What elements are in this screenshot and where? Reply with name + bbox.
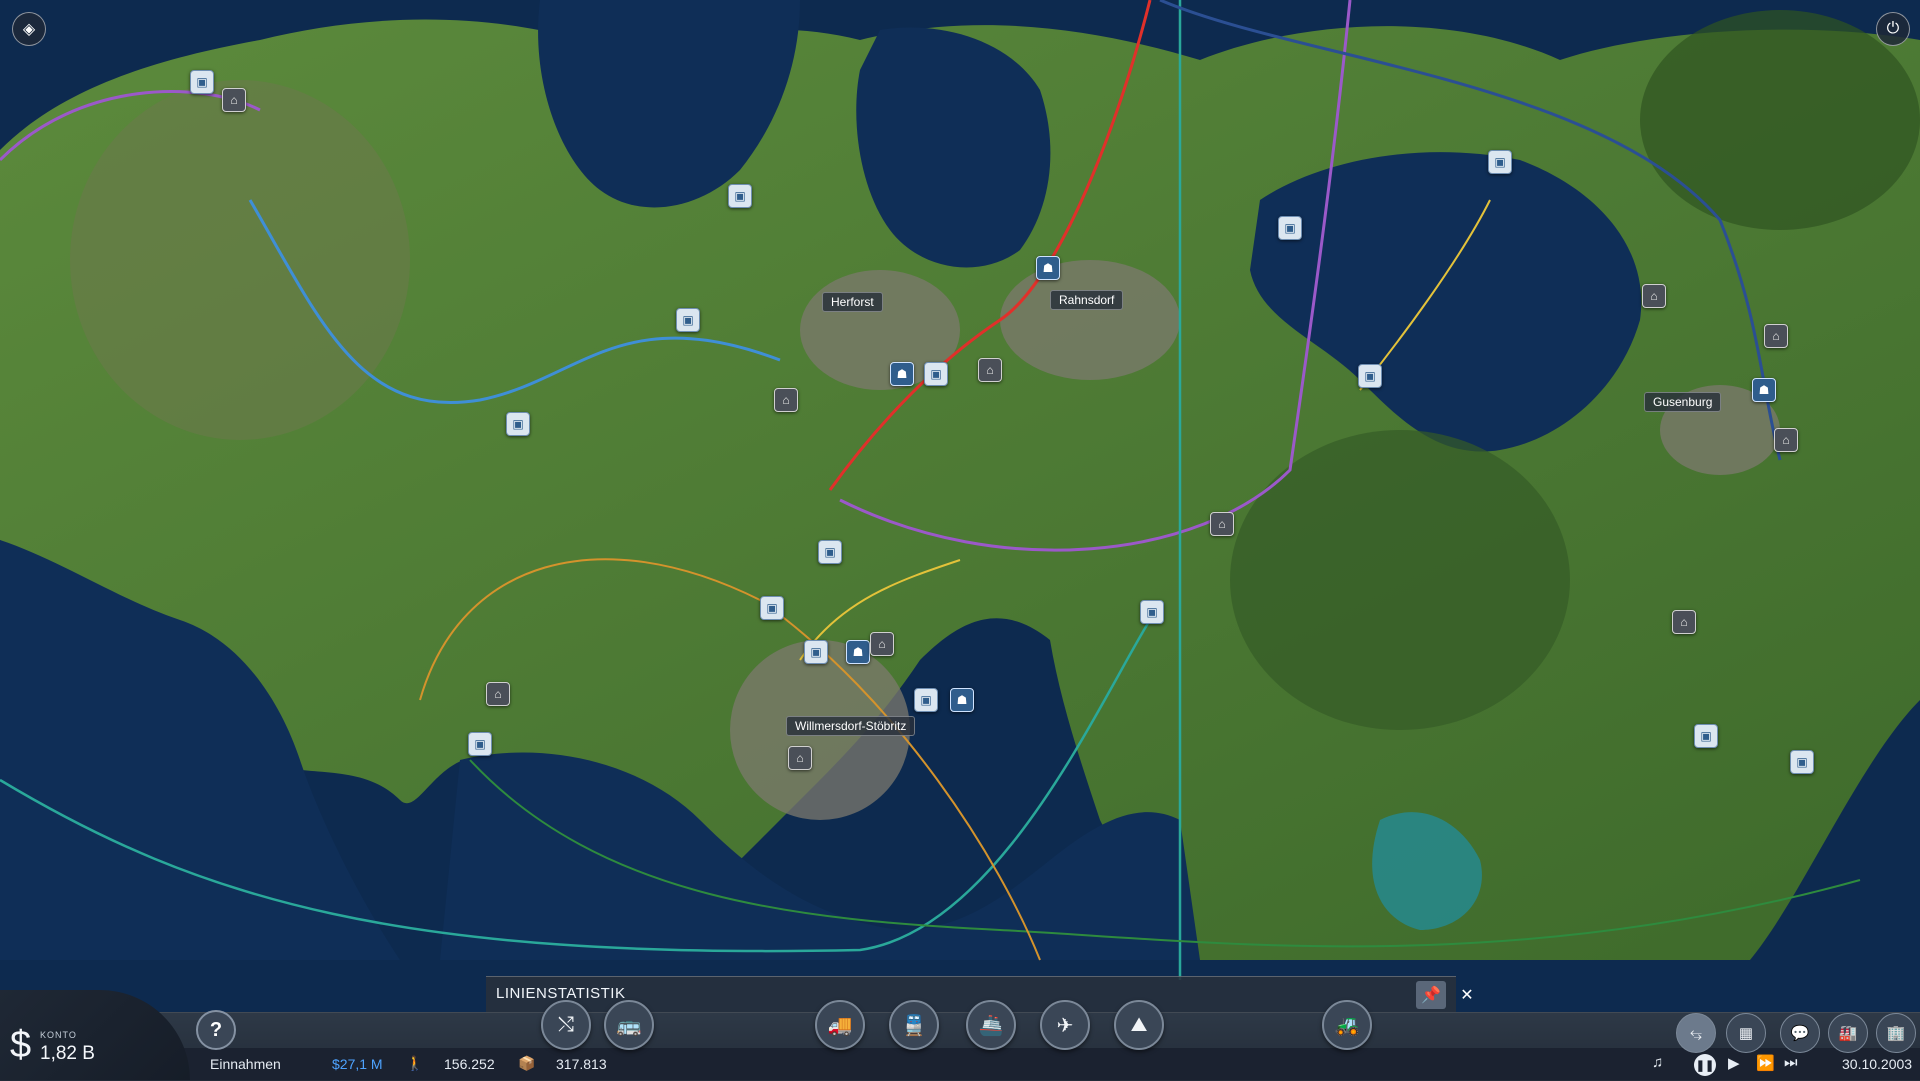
cargo-station-icon[interactable]: ▣ (506, 412, 530, 436)
account-value: 1,82 B (40, 1043, 95, 1064)
info-strip (0, 1048, 1920, 1080)
depot-icon[interactable]: ⌂ (1774, 428, 1798, 452)
industry-icon[interactable]: 🏭 (1828, 1013, 1868, 1053)
cargo-station-icon[interactable]: ▣ (190, 70, 214, 94)
game-date: 30.10.2003 (1842, 1056, 1913, 1072)
pause-icon[interactable]: ❚❚ (1694, 1054, 1716, 1076)
fast-forward-icon[interactable]: ⏩ (1756, 1054, 1775, 1072)
passenger-station-icon[interactable]: ☗ (1752, 378, 1776, 402)
depot-icon[interactable]: ⌂ (1210, 512, 1234, 536)
cargo-station-icon[interactable]: ▣ (818, 540, 842, 564)
fastest-forward-icon[interactable]: ⏭ (1784, 1054, 1798, 1071)
income-value: $27,1 M (332, 1056, 383, 1072)
cargo-station-icon[interactable]: ▣ (1278, 216, 1302, 240)
city-label-herforst[interactable]: Herforst (822, 292, 883, 312)
cargo-icon: 📦 (518, 1055, 536, 1071)
passenger-count: 156.252 (444, 1056, 495, 1072)
world-map[interactable] (0, 0, 1920, 1080)
depot-icon[interactable]: ⌂ (1672, 610, 1696, 634)
depot-icon[interactable]: ⌂ (788, 746, 812, 770)
income-label: Einnahmen (210, 1056, 281, 1072)
cargo-station-icon[interactable]: ▣ (1358, 364, 1382, 388)
depot-icon[interactable]: ⌂ (1642, 284, 1666, 308)
train-icon[interactable]: 🚆 (889, 1000, 939, 1050)
layers-icon[interactable]: ◈ (12, 12, 46, 46)
depot-icon[interactable]: ⌂ (486, 682, 510, 706)
cargo-station-icon[interactable]: ▣ (728, 184, 752, 208)
depot-icon[interactable]: ⌂ (1764, 324, 1788, 348)
building-icon[interactable]: 🏢 (1876, 1013, 1916, 1053)
lines-manager-icon[interactable]: ⤭ (541, 1000, 591, 1050)
city-label-gusenburg[interactable]: Gusenburg (1644, 392, 1722, 412)
cargo-count: 317.813 (556, 1056, 607, 1072)
depot-icon[interactable]: ⌂ (978, 358, 1002, 382)
cargo-station-icon[interactable]: ▣ (914, 688, 938, 712)
cargo-station-icon[interactable]: ▣ (676, 308, 700, 332)
ship-icon[interactable]: 🚢 (966, 1000, 1016, 1050)
pin-icon[interactable]: 📌 (1416, 981, 1446, 1009)
music-icon[interactable]: ♫ (1652, 1054, 1663, 1071)
close-icon[interactable]: ✕ (1452, 981, 1482, 1009)
plane-icon[interactable]: ✈ (1040, 1000, 1090, 1050)
mountain-east (1230, 430, 1570, 730)
account-label: KONTO (40, 1030, 77, 1040)
cargo-station-icon[interactable]: ▣ (760, 596, 784, 620)
play-icon[interactable]: ▶ (1728, 1054, 1740, 1072)
mountain-west (70, 80, 410, 440)
depot-icon[interactable]: ▦ (1726, 1013, 1766, 1053)
city-area-rahnsdorf (1000, 260, 1180, 380)
passenger-station-icon[interactable]: ☗ (890, 362, 914, 386)
depot-icon[interactable]: ⌂ (870, 632, 894, 656)
passenger-icon: 🚶 (406, 1055, 424, 1071)
speech-bubble-icon[interactable]: 💬 (1780, 1013, 1820, 1053)
help-icon[interactable]: ? (196, 1010, 236, 1050)
terrain-icon[interactable]: ⛰ (1114, 1000, 1164, 1050)
cargo-station-icon[interactable]: ▣ (1140, 600, 1164, 624)
depot-icon[interactable]: ⌂ (774, 388, 798, 412)
city-label-willmersdorf-stoebritz[interactable]: Willmersdorf-Stöbritz (786, 716, 916, 736)
cargo-station-icon[interactable]: ▣ (1488, 150, 1512, 174)
bulldozer-icon[interactable]: 🚜 (1322, 1000, 1372, 1050)
cargo-station-icon[interactable]: ▣ (804, 640, 828, 664)
city-label-rahnsdorf[interactable]: Rahnsdorf (1050, 290, 1124, 310)
cargo-station-icon[interactable]: ▣ (468, 732, 492, 756)
vehicle-manager-icon[interactable]: 🚌 (604, 1000, 654, 1050)
depot-icon[interactable]: ⌂ (222, 88, 246, 112)
power-icon[interactable]: ⏻ (1876, 12, 1910, 46)
dollar-icon: $ (10, 1024, 32, 1066)
road-vehicle-icon[interactable]: 🚚 (815, 1000, 865, 1050)
route-filter-icon[interactable]: ⥃ (1676, 1013, 1716, 1053)
passenger-station-icon[interactable]: ☗ (1036, 256, 1060, 280)
passenger-station-icon[interactable]: ☗ (846, 640, 870, 664)
passenger-station-icon[interactable]: ☗ (950, 688, 974, 712)
mountain-northeast (1640, 10, 1920, 230)
cargo-station-icon[interactable]: ▣ (924, 362, 948, 386)
cargo-station-icon[interactable]: ▣ (1790, 750, 1814, 774)
cargo-station-icon[interactable]: ▣ (1694, 724, 1718, 748)
